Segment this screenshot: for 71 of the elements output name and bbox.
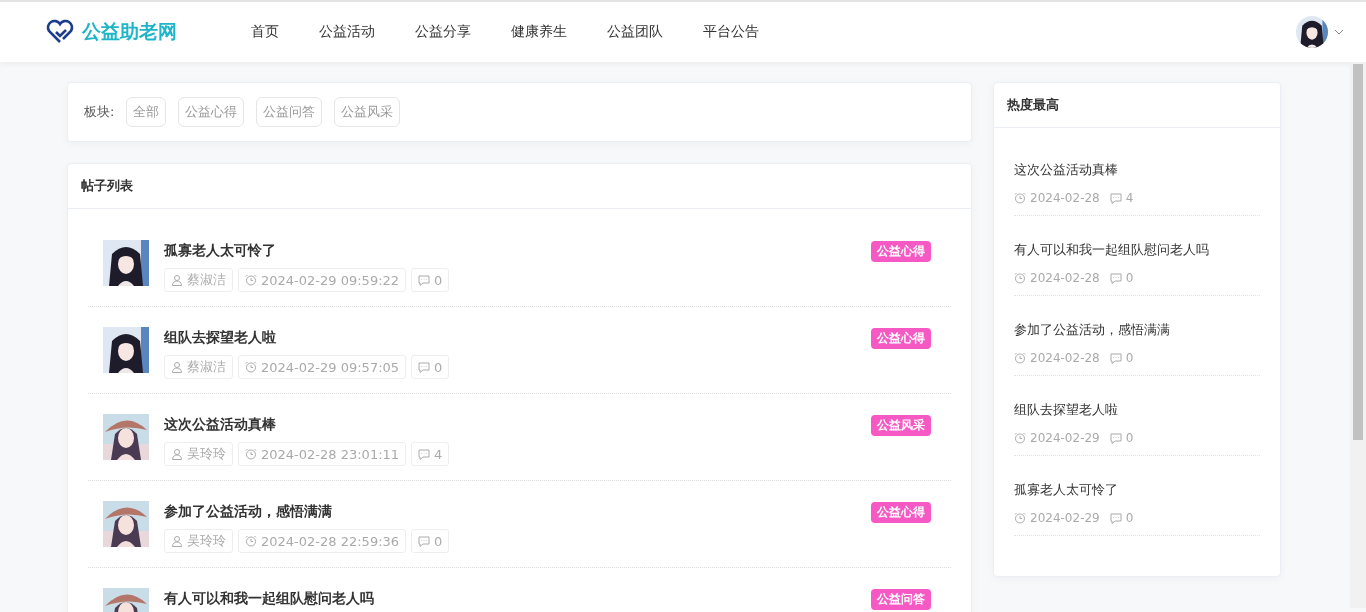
nav-link[interactable]: 首页 [231, 23, 299, 41]
category-tag: 公益风采 [871, 415, 931, 436]
alarm-clock-icon [245, 274, 257, 286]
nav-link[interactable]: 公益团队 [587, 23, 683, 41]
comment-icon [418, 274, 431, 286]
comment-icon [1109, 352, 1122, 364]
author-name: 吴玲玲 [187, 445, 226, 463]
alarm-clock-icon [245, 448, 257, 460]
category-tag: 公益问答 [871, 589, 931, 610]
comment-count: 4 [434, 446, 443, 462]
post-date: 2024-02-28 [1030, 351, 1100, 365]
post-title[interactable]: 孤寡老人太可怜了 [164, 242, 856, 259]
alarm-clock-icon [1014, 272, 1026, 284]
card-title: 热度最高 [994, 83, 1280, 128]
comment-icon [418, 361, 431, 373]
nav-link[interactable]: 公益活动 [299, 23, 395, 41]
alarm-clock-icon [1014, 512, 1026, 524]
card-title: 帖子列表 [68, 164, 971, 209]
post-title[interactable]: 有人可以和我一起组队慰问老人吗 [164, 590, 856, 607]
user-icon [171, 448, 183, 460]
filter-label: 板块: [84, 103, 115, 121]
author-name: 蔡淑洁 [187, 358, 226, 376]
comment-count: 0 [434, 272, 443, 288]
heart-icon [46, 19, 74, 45]
alarm-clock-icon [1014, 192, 1026, 204]
post-time: 2024-02-29 09:59:22 [261, 272, 400, 288]
post-time: 2024-02-28 22:59:36 [261, 533, 400, 549]
category-tag: 公益心得 [871, 241, 931, 262]
category-tag: 公益心得 [871, 328, 931, 349]
hot-post-title[interactable]: 参加了公益活动，感悟满满 [1014, 321, 1260, 339]
user-icon [171, 274, 183, 286]
nav-link[interactable]: 公益分享 [395, 23, 491, 41]
post-title[interactable]: 组队去探望老人啦 [164, 329, 856, 346]
scrollbar[interactable] [1350, 62, 1366, 608]
comment-count: 0 [1125, 511, 1134, 525]
post-date: 2024-02-28 [1030, 271, 1100, 285]
alarm-clock-icon [245, 535, 257, 547]
post-title[interactable]: 参加了公益活动，感悟满满 [164, 503, 856, 520]
hot-post-title[interactable]: 这次公益活动真棒 [1014, 161, 1260, 179]
post-time: 2024-02-29 09:57:05 [261, 359, 400, 375]
category-tag: 公益心得 [871, 502, 931, 523]
comment-icon [1109, 432, 1122, 444]
comment-count: 0 [434, 533, 443, 549]
user-icon [171, 535, 183, 547]
comment-icon [1109, 192, 1122, 204]
alarm-clock-icon [245, 361, 257, 373]
comment-icon [1109, 512, 1122, 524]
author-name: 吴玲玲 [187, 532, 226, 550]
comment-count: 0 [1125, 271, 1134, 285]
post-date: 2024-02-28 [1030, 191, 1100, 205]
hot-post-title[interactable]: 组队去探望老人啦 [1014, 401, 1260, 419]
post-title[interactable]: 这次公益活动真棒 [164, 416, 856, 433]
chevron-down-icon[interactable] [1334, 29, 1344, 35]
comment-count: 0 [1125, 431, 1134, 445]
comment-count: 0 [1125, 351, 1134, 365]
post-time: 2024-02-28 23:01:11 [261, 446, 400, 462]
alarm-clock-icon [1014, 432, 1026, 444]
comment-icon [418, 535, 431, 547]
comment-icon [1109, 272, 1122, 284]
alarm-clock-icon [1014, 352, 1026, 364]
hot-post-title[interactable]: 孤寡老人太可怜了 [1014, 481, 1260, 499]
post-date: 2024-02-29 [1030, 511, 1100, 525]
comment-count: 0 [434, 359, 443, 375]
author-name: 蔡淑洁 [187, 271, 226, 289]
hot-post-title[interactable]: 有人可以和我一起组队慰问老人吗 [1014, 241, 1260, 259]
nav-link[interactable]: 平台公告 [683, 23, 779, 41]
user-icon [171, 361, 183, 373]
comment-count: 4 [1125, 191, 1134, 205]
comment-icon [418, 448, 431, 460]
post-date: 2024-02-29 [1030, 431, 1100, 445]
nav-link[interactable]: 健康养生 [491, 23, 587, 41]
